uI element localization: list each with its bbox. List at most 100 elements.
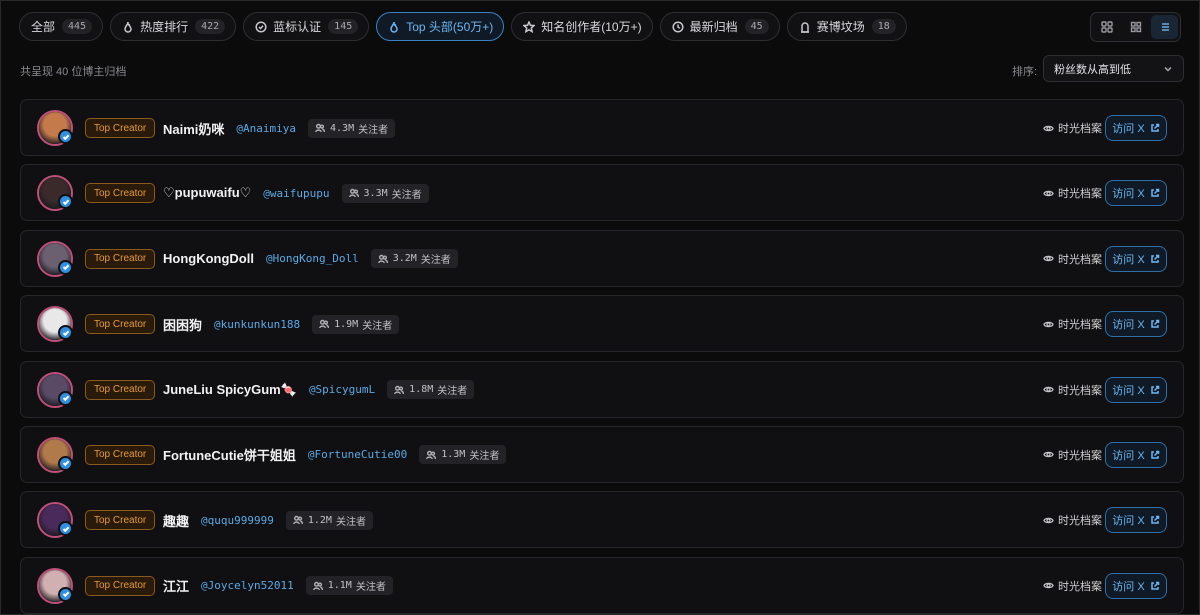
archive-label: 时光档案	[1058, 515, 1102, 528]
archive-label: 时光档案	[1058, 123, 1102, 135]
eye-icon	[1043, 452, 1054, 458]
visit-x-button[interactable]: 访问 X	[1105, 441, 1167, 468]
tab-3[interactable]: Top 头部(50万+)	[376, 12, 505, 41]
creator-handle[interactable]: @SpicygumL	[309, 383, 375, 396]
users-icon	[292, 516, 303, 525]
archive-label: 时光档案	[1058, 188, 1102, 201]
users-icon	[426, 450, 437, 460]
verified-icon	[58, 586, 73, 602]
visit-x-button[interactable]: 访问 X	[1105, 376, 1167, 403]
users-icon	[315, 123, 326, 133]
creator-handle[interactable]: @HongKong_Doll	[266, 252, 359, 265]
visit-x-button[interactable]: 访问 X	[1105, 245, 1167, 272]
visit-x-button[interactable]: 访问 X	[1105, 115, 1167, 141]
followers-label: 关注者	[391, 189, 422, 201]
creator-row: Top Creator ♡pupuwaifu♡ @waifupupu 3.3M 关注者 时…	[20, 164, 1184, 222]
archive-link[interactable]: 时光档案	[1043, 120, 1102, 136]
list-icon	[1161, 23, 1169, 31]
followers-chip: 1.2M 关注者	[285, 510, 373, 530]
visit-x-button[interactable]: 访问 X	[1105, 180, 1167, 207]
creator-list: Top Creator Naimi奶咪 @Anaimiya 4.3M 关注者 时光档案 访问…	[20, 99, 1184, 614]
followers-chip: 1.9M 关注者	[312, 314, 400, 334]
creator-handle[interactable]: @Anaimiya	[236, 122, 296, 135]
tab-2[interactable]: 蓝标认证 145	[243, 12, 370, 41]
top-creator-badge: Top Creator	[85, 444, 156, 465]
creator-handle[interactable]: @waifupupu	[263, 187, 329, 200]
verified-icon	[58, 129, 73, 144]
tab-label: 最新归档	[689, 20, 738, 34]
followers-label: 关注者	[358, 124, 389, 136]
archive-link[interactable]: 时光档案	[1043, 251, 1102, 267]
creator-info: ♡pupuwaifu♡ @waifupupu 3.3M 关注者	[163, 183, 429, 203]
eye-icon	[1043, 517, 1054, 524]
visit-label: 访问 X	[1112, 580, 1145, 593]
creator-info: FortuneCutie饼干姐姐 @FortuneCutie00 1.3M 关注者	[163, 445, 507, 465]
top-creator-badge: Top Creator	[85, 510, 156, 531]
external-link-icon	[1150, 254, 1159, 263]
visit-label: 访问 X	[1112, 319, 1145, 332]
tab-count: 422	[195, 19, 226, 34]
tab-5[interactable]: 最新归档 45	[659, 12, 780, 41]
large-grid-view-button[interactable]	[1093, 15, 1120, 39]
archive-link[interactable]: 时光档案	[1043, 578, 1102, 594]
visit-label: 访问 X	[1112, 515, 1145, 528]
archive-label: 时光档案	[1058, 253, 1102, 266]
result-summary: 共呈现 40 位博主归档	[20, 66, 127, 78]
creator-info: JuneLiu SpicyGum🍬 @SpicygumL 1.8M 关注者	[163, 380, 475, 400]
verified-icon	[58, 521, 73, 537]
visit-label: 访问 X	[1112, 188, 1145, 201]
creator-handle[interactable]: @ququ999999	[201, 514, 274, 527]
creator-handle[interactable]: @FortuneCutie00	[308, 448, 407, 461]
archive-label: 时光档案	[1058, 319, 1102, 332]
creator-name: HongKongDoll	[163, 251, 254, 267]
grid-view-button[interactable]	[1122, 15, 1149, 39]
check-circle-icon	[255, 20, 267, 33]
followers-count: 3.3M	[363, 187, 388, 199]
view-switch	[1090, 12, 1181, 42]
verified-icon	[58, 259, 73, 275]
users-icon	[394, 385, 405, 394]
visit-x-button[interactable]: 访问 X	[1105, 507, 1167, 534]
creator-row: Top Creator 江江 @Joycelyn52011 1.1M 关注者 时光档案 访问…	[20, 556, 1184, 614]
sort-select[interactable]: 粉丝数从高到低	[1043, 55, 1184, 82]
creator-row: Top Creator FortuneCutie饼干姐姐 @FortuneCutie…	[20, 425, 1184, 483]
followers-label: 关注者	[437, 386, 468, 398]
creator-handle[interactable]: @Joycelyn52011	[201, 579, 294, 592]
archive-link[interactable]: 时光档案	[1043, 382, 1102, 398]
visit-x-button[interactable]: 访问 X	[1105, 572, 1167, 599]
external-link-icon	[1150, 189, 1159, 198]
archive-label: 时光档案	[1058, 384, 1102, 397]
followers-chip: 1.3M 关注者	[419, 445, 507, 465]
creator-name: ♡pupuwaifu♡	[163, 185, 252, 201]
creator-handle[interactable]: @kunkunkun188	[214, 318, 300, 331]
eye-icon	[1043, 583, 1054, 589]
list-view-button[interactable]	[1151, 15, 1178, 39]
flame-icon	[122, 21, 134, 33]
archive-link[interactable]: 时光档案	[1043, 316, 1102, 332]
tab-1[interactable]: 热度排行 422	[110, 12, 237, 41]
verified-icon	[58, 325, 73, 341]
grid-icon	[1130, 21, 1141, 33]
followers-count: 1.9M	[334, 318, 359, 330]
page: 全部 445 热度排行 422 蓝标认证 145 Top 头部(50万+) 知名创作者(10万…	[0, 0, 1200, 615]
tab-6[interactable]: 赛博坟场 18	[786, 12, 907, 41]
creator-row: Top Creator 趣趣 @ququ999999 1.2M 关注者 时光档案 访问 X	[20, 491, 1184, 549]
archive-link[interactable]: 时光档案	[1043, 512, 1102, 528]
tab-label: Top 头部(50万+)	[406, 20, 494, 34]
creator-info: 趣趣 @ququ999999 1.2M 关注者	[163, 510, 373, 530]
top-creator-badge: Top Creator	[85, 575, 156, 596]
followers-count: 1.2M	[307, 514, 332, 526]
archive-link[interactable]: 时光档案	[1043, 185, 1102, 201]
top-creator-badge: Top Creator	[85, 314, 156, 335]
tab-4[interactable]: 知名创作者(10万+)	[511, 12, 653, 41]
users-icon	[377, 254, 388, 263]
archive-label: 时光档案	[1058, 449, 1102, 462]
archive-link[interactable]: 时光档案	[1043, 447, 1102, 463]
archive-label: 时光档案	[1058, 580, 1102, 593]
tab-label: 全部	[31, 20, 56, 34]
visit-x-button[interactable]: 访问 X	[1105, 311, 1167, 338]
creator-name: 趣趣	[163, 513, 190, 529]
tab-0[interactable]: 全部 445	[19, 12, 104, 41]
tab-count: 145	[328, 19, 359, 34]
eye-icon	[1043, 386, 1054, 393]
